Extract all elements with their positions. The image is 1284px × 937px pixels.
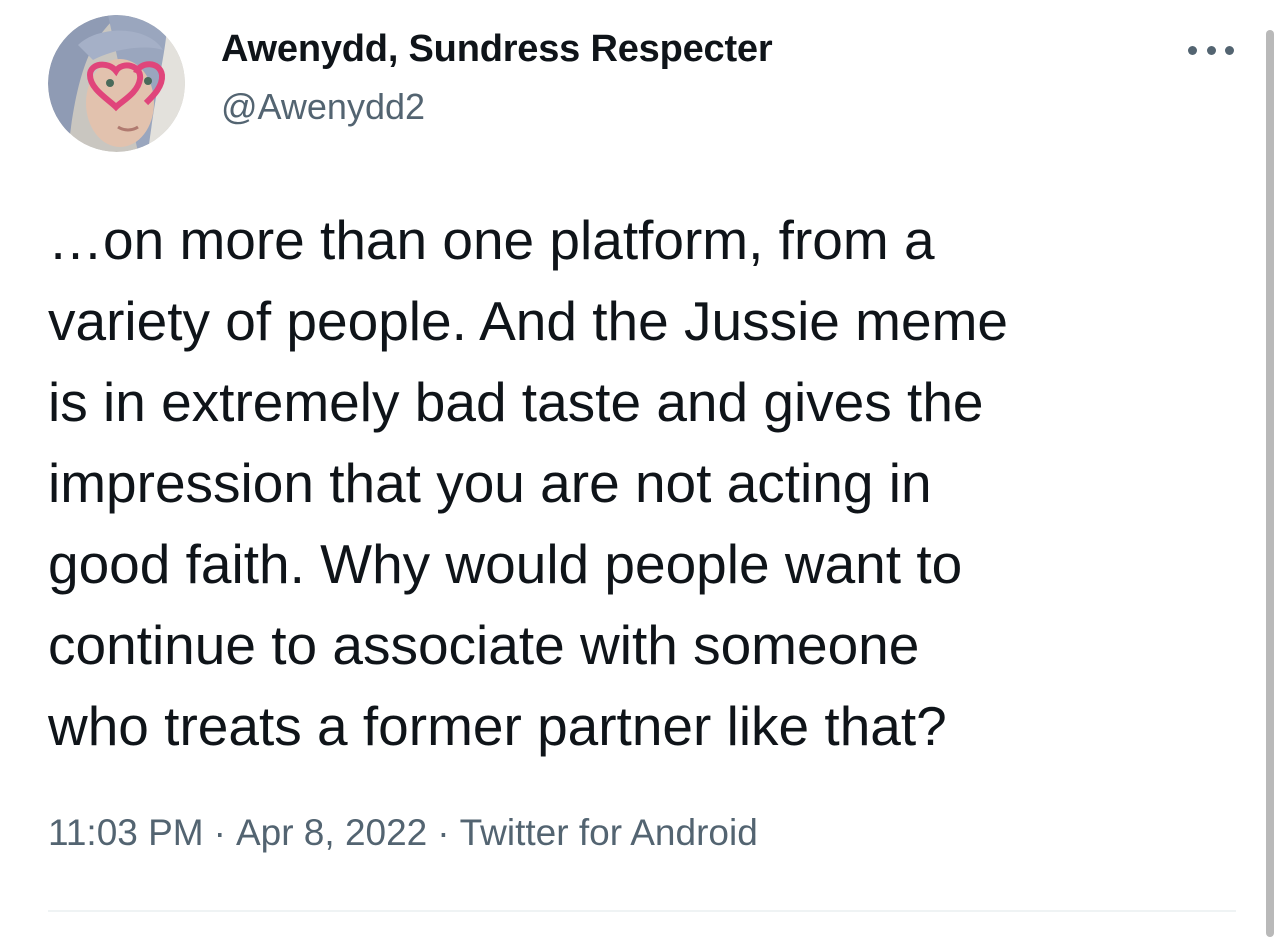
tweet-text-line: who treats a former partner like that? [48, 695, 947, 757]
tweet-source[interactable]: Twitter for Android [460, 812, 758, 853]
avatar-photo [48, 15, 185, 152]
separator: · [437, 812, 450, 853]
separator: · [213, 812, 226, 853]
tweet-text-line: variety of people. And the Jussie meme [48, 290, 1008, 352]
avatar[interactable] [48, 15, 185, 152]
dot [1188, 45, 1197, 55]
tweet-text-line: continue to associate with someone [48, 614, 920, 676]
tweet-card: Awenydd, Sundress Respecter @Awenydd2 …o… [0, 0, 1284, 937]
tweet-text-line: good faith. Why would people want to [48, 533, 963, 595]
tweet-time[interactable]: 11:03 PM [48, 812, 204, 853]
tweet-text: …on more than one platform, from a varie… [48, 200, 1248, 767]
divider [48, 910, 1236, 912]
dot [1206, 45, 1216, 55]
more-horizontal-icon[interactable] [1188, 40, 1234, 60]
tweet-text-line: is in extremely bad taste and gives the [48, 371, 984, 433]
tweet-date[interactable]: Apr 8, 2022 [236, 812, 427, 853]
tweet-text-line: …on more than one platform, from a [48, 209, 935, 271]
scrollbar[interactable] [1266, 30, 1274, 937]
author-handle[interactable]: @Awenydd2 [221, 86, 425, 128]
tweet-text-line: impression that you are not acting in [48, 452, 932, 514]
tweet-metadata: 11:03 PM · Apr 8, 2022 · Twitter for Android [48, 812, 758, 854]
author-display-name[interactable]: Awenydd, Sundress Respecter [221, 28, 773, 71]
dot [1225, 45, 1234, 55]
